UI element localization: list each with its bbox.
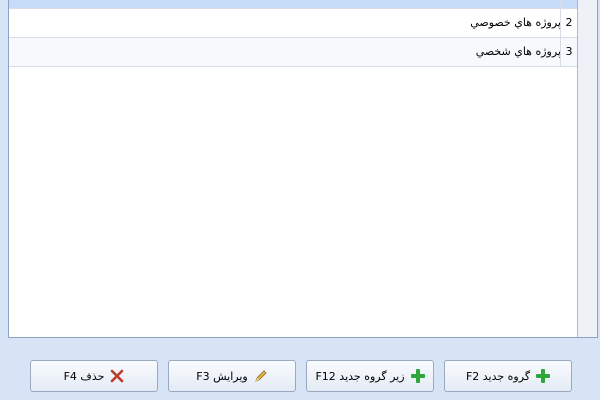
delete-label: حذف F4: [63, 369, 105, 383]
plus-icon: [536, 369, 551, 383]
row-number: [560, 0, 577, 8]
x-icon: [110, 369, 124, 383]
row-text: پروژه هاي خصوصي: [470, 16, 561, 29]
new-group-button[interactable]: گروه جديد F2: [444, 360, 572, 392]
plus-icon: [410, 369, 425, 383]
row-number: 3: [560, 38, 577, 66]
edit-button[interactable]: ويرايش F3: [168, 360, 296, 392]
row-indicator-gutter: [577, 0, 597, 337]
new-group-label: گروه جديد F2: [465, 369, 531, 383]
groups-grid[interactable]: پروژه هاي خصوصي 2 پروژه هاي شخصي 3: [8, 0, 598, 338]
new-subgroup-button[interactable]: زير گروه جديد F12: [306, 360, 434, 392]
table-row[interactable]: پروژه هاي خصوصي 2: [9, 9, 597, 38]
row-number: 2: [560, 9, 577, 37]
delete-button[interactable]: حذف F4: [30, 360, 158, 392]
edit-label: ويرايش F3: [196, 369, 248, 383]
new-subgroup-label: زير گروه جديد F12: [315, 369, 405, 383]
table-row[interactable]: [9, 0, 597, 9]
pencil-icon: [254, 369, 268, 383]
row-text: پروژه هاي شخصي: [475, 45, 561, 58]
table-row[interactable]: پروژه هاي شخصي 3: [9, 38, 597, 67]
